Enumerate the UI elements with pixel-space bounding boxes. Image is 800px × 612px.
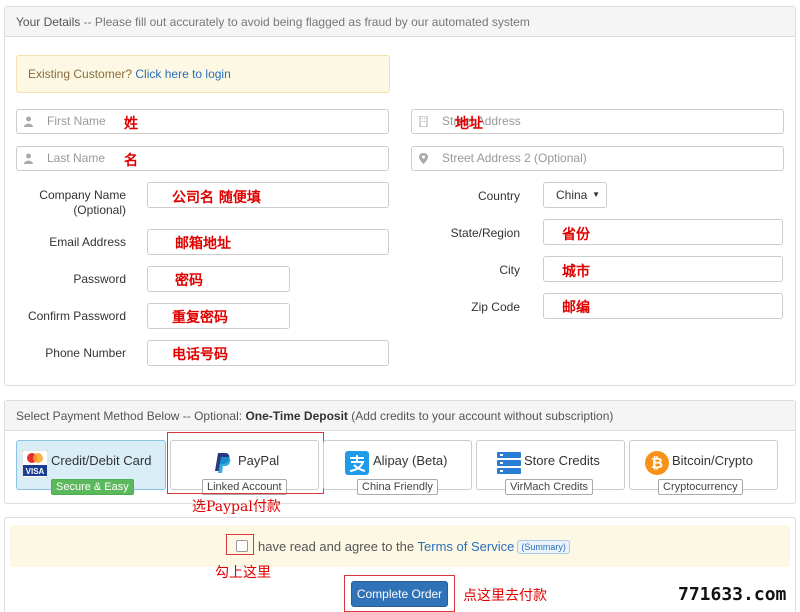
- annotation-checkbox: 勾上这里: [215, 565, 271, 581]
- password-label: Password: [73, 272, 126, 286]
- payment-method-card[interactable]: VISA Credit/Debit Card Secure & Easy: [16, 440, 166, 495]
- payment-bitcoin-sub: Cryptocurrency: [658, 479, 743, 495]
- svg-text:₿: ₿: [651, 454, 663, 472]
- payment-bitcoin-title: Bitcoin/Crypto: [672, 453, 753, 468]
- highlight-paypal-box: [167, 432, 324, 494]
- details-panel-header: Your Details -- Please fill out accurate…: [5, 7, 795, 37]
- annotation-password: 密码: [175, 273, 203, 289]
- confirm-password-label: Confirm Password: [27, 309, 126, 323]
- payment-method-store-credits[interactable]: Store Credits VirMach Credits: [476, 440, 625, 495]
- user-icon: [24, 153, 33, 164]
- highlight-checkbox-box: [226, 534, 254, 555]
- annotation-zip: 邮编: [562, 300, 590, 316]
- annotation-phone: 电话号码: [172, 347, 228, 363]
- summary-badge[interactable]: (Summary): [517, 540, 570, 554]
- login-link[interactable]: Click here to login: [135, 67, 230, 81]
- annotation-last-name: 名: [124, 153, 138, 169]
- company-label-line2: (Optional): [73, 203, 126, 217]
- map-marker-icon: [419, 153, 428, 164]
- annotation-email: 邮箱地址: [175, 236, 231, 252]
- tos-link[interactable]: Terms of Service: [418, 539, 515, 554]
- agree-text-label: have read and agree to the: [258, 539, 415, 554]
- bitcoin-icon: ₿: [645, 451, 669, 475]
- highlight-order-box: [344, 575, 455, 612]
- annotation-state: 省份: [562, 227, 590, 243]
- password-input[interactable]: [147, 266, 290, 292]
- alipay-icon: [345, 451, 369, 475]
- payment-heading-start: Select Payment Method Below -- Optional:: [16, 409, 243, 423]
- payment-store-title: Store Credits: [524, 453, 600, 468]
- agree-text: have read and agree to the Terms of Serv…: [258, 539, 570, 554]
- payment-panel-header: Select Payment Method Below -- Optional:…: [5, 401, 795, 431]
- annotation-street: 地址: [455, 116, 483, 132]
- payment-method-bitcoin[interactable]: ₿ Bitcoin/Crypto Cryptocurrency: [629, 440, 778, 495]
- payment-card-sub: Secure & Easy: [51, 479, 134, 495]
- payment-card-title: Credit/Debit Card: [51, 453, 152, 468]
- payment-heading-end: (Add credits to your account without sub…: [351, 409, 614, 423]
- phone-label: Phone Number: [45, 346, 126, 360]
- zip-label: Zip Code: [471, 300, 520, 314]
- details-heading: Your Details: [16, 15, 81, 29]
- caret-down-icon: ▼: [592, 190, 600, 199]
- existing-customer-text: Existing Customer?: [28, 67, 133, 81]
- payment-store-sub: VirMach Credits: [505, 479, 594, 495]
- company-label-line1: Company Name: [39, 188, 126, 202]
- existing-customer-notice: Existing Customer? Click here to login: [16, 55, 390, 93]
- payment-alipay-sub: China Friendly: [357, 479, 438, 495]
- street-address-2-placeholder: Street Address 2 (Optional): [442, 151, 587, 165]
- user-icon: [24, 116, 33, 127]
- street-address-2-input[interactable]: Street Address 2 (Optional): [411, 146, 784, 171]
- first-name-input[interactable]: First Name: [16, 109, 389, 134]
- first-name-placeholder: First Name: [47, 114, 106, 128]
- city-label: City: [499, 263, 520, 277]
- annotation-confirm-password: 重复密码: [172, 310, 228, 326]
- annotation-paypal: 选Paypal付款: [192, 499, 281, 515]
- email-label: Email Address: [49, 235, 126, 249]
- country-label: Country: [477, 189, 520, 203]
- svg-text:VISA: VISA: [26, 467, 45, 476]
- last-name-placeholder: Last Name: [47, 151, 106, 165]
- annotation-city: 城市: [562, 264, 590, 280]
- country-value: China: [556, 188, 588, 202]
- visa-mastercard-icon: VISA: [22, 450, 48, 478]
- annotation-order: 点这里去付款: [463, 588, 547, 604]
- payment-heading-bold: One-Time Deposit: [245, 409, 348, 423]
- company-label: Company Name (Optional): [20, 188, 126, 218]
- details-heading-note: -- Please fill out accurately to avoid b…: [83, 15, 530, 29]
- server-icon: [497, 452, 521, 474]
- state-label: State/Region: [450, 226, 520, 240]
- payment-method-alipay[interactable]: Alipay (Beta) China Friendly: [323, 440, 472, 495]
- annotation-first-name: 姓: [124, 116, 138, 132]
- last-name-input[interactable]: Last Name: [16, 146, 389, 171]
- watermark-text: 771633.com: [678, 584, 787, 605]
- annotation-company: 公司名 随便填: [172, 190, 261, 206]
- building-icon: [419, 116, 428, 127]
- country-select[interactable]: China ▼: [543, 182, 607, 208]
- payment-alipay-title: Alipay (Beta): [373, 453, 448, 468]
